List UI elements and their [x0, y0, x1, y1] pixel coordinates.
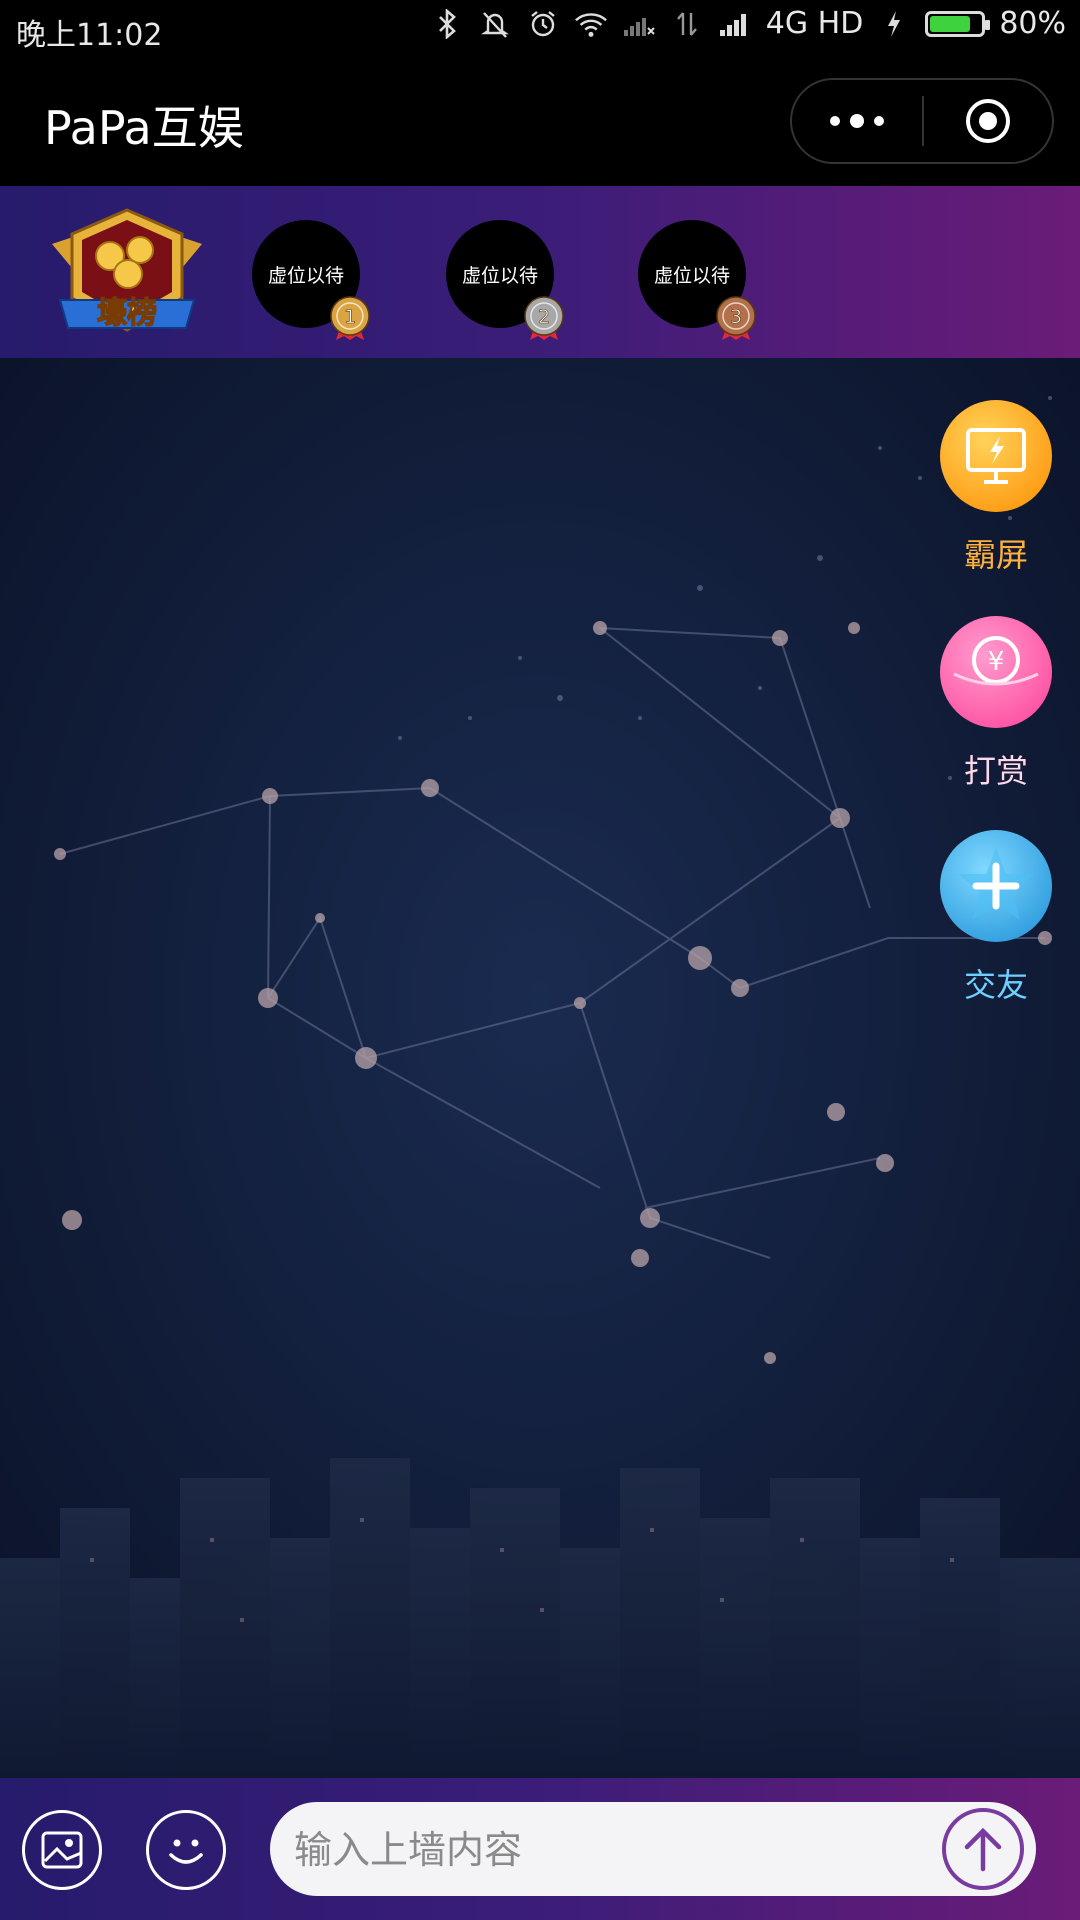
more-button[interactable]: [792, 80, 922, 162]
more-dots-icon: [830, 114, 884, 128]
takeover-button[interactable]: [940, 400, 1052, 512]
page-title: PaPa互娱: [44, 101, 244, 155]
title-bar: PaPa互娱: [0, 58, 1080, 186]
emoji-button[interactable]: [146, 1810, 226, 1890]
star-plus-icon: [958, 848, 1034, 920]
friend-button[interactable]: [940, 830, 1052, 942]
tip-label: 打赏: [963, 752, 1028, 790]
image-icon: [41, 1831, 83, 1869]
status-icons: 4G HD 80%: [430, 6, 1066, 41]
message-input-wrap: [270, 1802, 1036, 1898]
signal-icon: [718, 7, 752, 41]
close-target-icon: [966, 99, 1010, 143]
network-type: 4G HD: [765, 6, 864, 41]
rank-number: 1: [344, 306, 356, 328]
smile-icon: [169, 1839, 203, 1864]
send-button[interactable]: [942, 1808, 1024, 1890]
image-button[interactable]: [22, 1810, 102, 1890]
rank-slot-label: 虚位以待: [267, 264, 344, 287]
rank-medal-icon: 3: [716, 296, 756, 340]
status-time: 晚上11:02: [16, 18, 163, 53]
rank-number: 3: [730, 306, 742, 328]
status-bar: 晚上11:02 4G HD 80%: [0, 0, 1080, 58]
rank-slot-1[interactable]: 虚位以待 1: [252, 220, 370, 340]
rank-slot-label: 虚位以待: [461, 264, 538, 287]
rank-slot-label: 虚位以待: [653, 264, 730, 287]
battery-level: [930, 15, 971, 32]
message-input[interactable]: [292, 1802, 916, 1898]
monitor-lightning-icon: [966, 428, 1026, 484]
coin-yen-icon: ¥: [953, 636, 1039, 686]
svg-text:¥: ¥: [988, 647, 1005, 677]
charging-icon: [877, 7, 911, 41]
rank-slot-2[interactable]: 虚位以待 2: [446, 220, 564, 340]
mini-program-capsule: [790, 78, 1054, 164]
friend-label: 交友: [963, 966, 1028, 1004]
battery-percent: 80%: [999, 6, 1066, 41]
rank-slot-3[interactable]: 虚位以待 3: [638, 220, 756, 340]
battery-icon: [925, 10, 991, 37]
arrow-up-icon: [964, 1827, 1002, 1872]
action-friend[interactable]: 交友: [940, 830, 1052, 1006]
ranking-bar: 壕榜 虚位以待 1 虚位以待 2 虚位以待 3: [0, 186, 1080, 358]
rich-list-badge-icon: 壕榜: [52, 208, 202, 332]
bluetooth-icon: [430, 7, 464, 41]
close-button[interactable]: [924, 80, 1052, 162]
rich-list-badge-text: 壕榜: [97, 296, 157, 331]
background-scene: [0, 358, 1080, 1778]
tip-button[interactable]: ¥: [940, 616, 1052, 728]
alarm-icon: [526, 7, 560, 41]
action-takeover[interactable]: 霸屏: [940, 400, 1052, 576]
mute-icon: [478, 7, 512, 41]
rich-list-badge[interactable]: 壕榜: [42, 204, 212, 344]
action-tip[interactable]: ¥ 打赏: [940, 616, 1052, 792]
rank-number: 2: [538, 306, 550, 328]
rank-medal-icon: 2: [524, 296, 564, 340]
bottom-bar: [0, 1778, 1080, 1920]
wifi-icon: [574, 7, 608, 41]
takeover-label: 霸屏: [963, 536, 1028, 574]
signal-x-icon: [622, 7, 656, 41]
data-arrows-icon: [670, 7, 704, 41]
rank-medal-icon: 1: [330, 296, 370, 340]
